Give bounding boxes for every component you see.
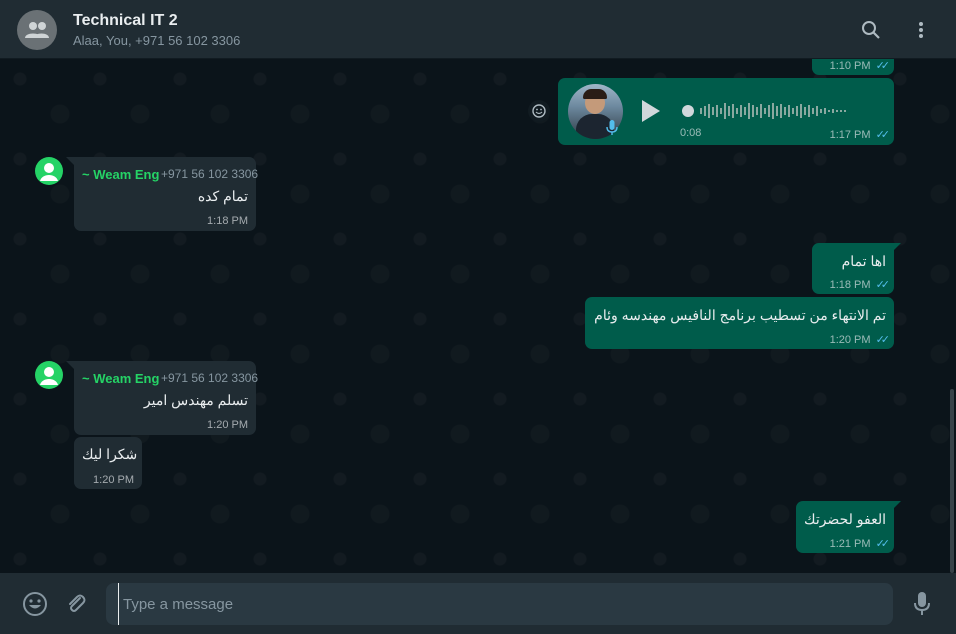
chat-title[interactable]: Technical IT 2 bbox=[73, 12, 178, 30]
message-time: 1:20 PM bbox=[207, 419, 248, 431]
chat-participants: Alaa, You, +971 56 102 3306 bbox=[73, 33, 241, 48]
chat-header[interactable]: Technical IT 2 Alaa, You, +971 56 102 33… bbox=[0, 0, 956, 59]
message-outgoing[interactable]: 1:10 PM ✓✓ bbox=[812, 59, 894, 75]
message-time: 1:10 PM ✓✓ bbox=[829, 60, 891, 72]
audio-progress-slider[interactable] bbox=[682, 102, 872, 120]
message-outgoing[interactable]: العفو لحضرتك 1:21 PM ✓✓ bbox=[796, 501, 894, 553]
message-text: العفو لحضرتك bbox=[804, 511, 886, 527]
sender-name[interactable]: ~ Weam Eng bbox=[82, 371, 159, 386]
message-outgoing[interactable]: تم الانتهاء من تسطيب برنامج النافيس مهند… bbox=[585, 297, 894, 349]
message-time: 1:18 PM ✓✓ bbox=[829, 279, 891, 291]
message-incoming[interactable]: ~ Weam Eng +971 56 102 3306 تمام كده 1:1… bbox=[74, 157, 259, 231]
bubble-tail bbox=[893, 501, 901, 509]
contact-avatar-icon[interactable] bbox=[35, 361, 63, 389]
message-time: 1:21 PM ✓✓ bbox=[829, 538, 891, 550]
bubble-tail bbox=[893, 243, 901, 251]
menu-icon[interactable] bbox=[909, 18, 933, 42]
message-incoming[interactable]: ~ Weam Eng +971 56 102 3306 تسلم مهندس ا… bbox=[74, 361, 259, 435]
play-icon[interactable] bbox=[640, 99, 662, 126]
mic-icon[interactable] bbox=[909, 591, 935, 617]
message-text: تمام كده bbox=[197, 188, 248, 204]
search-icon[interactable] bbox=[859, 18, 883, 42]
attach-icon[interactable] bbox=[63, 591, 89, 617]
check-double-icon: ✓✓ bbox=[875, 60, 891, 72]
message-text: تم الانتهاء من تسطيب برنامج النافيس مهند… bbox=[594, 307, 886, 323]
message-list[interactable]: 1:10 PM ✓✓ 0:08 1:17 PM ✓✓ ~ Weam Eng +9… bbox=[0, 59, 956, 573]
bubble-tail bbox=[66, 361, 74, 369]
message-outgoing[interactable]: اها تمام 1:18 PM ✓✓ bbox=[812, 243, 894, 294]
scrollbar[interactable] bbox=[950, 389, 954, 573]
check-double-icon: ✓✓ bbox=[875, 334, 891, 346]
emoji-icon[interactable] bbox=[22, 591, 48, 617]
reaction-emoji-icon[interactable] bbox=[528, 100, 550, 122]
message-input-box[interactable] bbox=[106, 583, 893, 625]
check-double-icon: ✓✓ bbox=[875, 279, 891, 291]
sender-name[interactable]: ~ Weam Eng bbox=[82, 167, 159, 182]
message-time: 1:17 PM ✓✓ bbox=[829, 129, 891, 141]
group-avatar-icon[interactable] bbox=[17, 10, 57, 50]
mic-badge-icon bbox=[606, 120, 618, 139]
composer-bar bbox=[0, 573, 956, 634]
check-double-icon: ✓✓ bbox=[875, 538, 891, 550]
message-text: شكرا ليك bbox=[82, 446, 138, 462]
message-time: 1:18 PM bbox=[207, 215, 248, 227]
message-time: 1:20 PM ✓✓ bbox=[829, 334, 891, 346]
message-input[interactable] bbox=[118, 583, 878, 625]
message-incoming[interactable]: شكرا ليك 1:20 PM bbox=[74, 437, 142, 489]
sender-phone: +971 56 102 3306 bbox=[161, 167, 259, 181]
sender-phone: +971 56 102 3306 bbox=[161, 371, 259, 385]
voice-duration: 0:08 bbox=[680, 127, 702, 139]
message-text: اها تمام bbox=[841, 253, 886, 269]
check-double-icon: ✓✓ bbox=[875, 129, 891, 141]
voice-message[interactable]: 0:08 1:17 PM ✓✓ bbox=[558, 78, 894, 145]
bubble-tail bbox=[66, 157, 74, 165]
message-text: تسلم مهندس امير bbox=[143, 392, 248, 408]
contact-avatar-icon[interactable] bbox=[35, 157, 63, 185]
message-time: 1:20 PM bbox=[93, 474, 134, 486]
